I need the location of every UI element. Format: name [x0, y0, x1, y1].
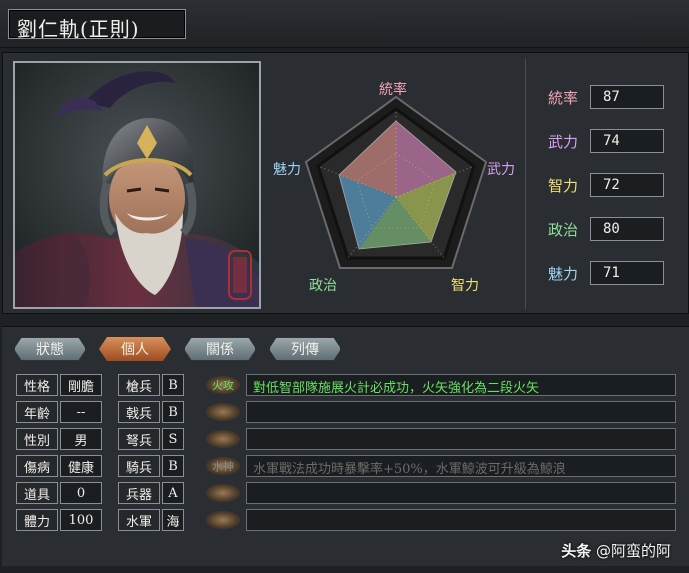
stat-label: 政治: [548, 221, 579, 239]
stat-row-charm: 魅力 71: [548, 261, 688, 285]
skill-icon: [206, 403, 240, 421]
skill-description: [246, 482, 676, 504]
watermark: 头条 @阿蛮的阿: [561, 540, 671, 561]
skill-icon: 火攻: [206, 376, 240, 394]
skill-icon: 水神: [206, 457, 240, 475]
stat-label: 統率: [548, 89, 579, 107]
personal-label: 道具: [16, 482, 58, 504]
general-name: 劉仁軌(正則): [17, 17, 140, 41]
tab-bar: 狀態 個人 關係 列傳: [2, 326, 689, 366]
aptitude-value: B: [162, 455, 184, 477]
personal-value: 健康: [60, 455, 102, 477]
stat-value: 80: [590, 217, 664, 241]
stat-label: 魅力: [548, 265, 579, 283]
general-overview-panel: 統率 武力 智力 政治 魅力 統率 87 武力 74 智力 72 政治 80 魅…: [2, 52, 689, 314]
general-portrait: [13, 61, 261, 309]
aptitude-label: 騎兵: [118, 455, 160, 477]
general-name-box: 劉仁軌(正則): [8, 9, 186, 41]
stat-value: 71: [590, 261, 664, 285]
personal-label: 年齡: [16, 401, 58, 423]
stat-label: 武力: [548, 133, 579, 151]
aptitude-label: 戟兵: [118, 401, 160, 423]
personal-value: --: [60, 401, 102, 423]
aptitude-label: 弩兵: [118, 428, 160, 450]
ability-radar-chart: 統率 武力 智力 政治 魅力: [265, 57, 527, 309]
aptitude-value: 海: [162, 509, 184, 531]
personal-label: 性別: [16, 428, 58, 450]
tab-biography[interactable]: 列傳: [269, 337, 341, 361]
aptitude-value: A: [162, 482, 184, 504]
stat-value: 74: [590, 129, 664, 153]
skill-icon: [206, 511, 240, 529]
title-bar: 劉仁軌(正則): [0, 0, 689, 48]
stat-value: 87: [590, 85, 664, 109]
watermark-brand: 头条: [561, 542, 592, 560]
aptitude-label: 兵器: [118, 482, 160, 504]
radar-label-int: 智力: [451, 278, 479, 294]
portrait-image: [15, 63, 259, 307]
aptitude-value: B: [162, 401, 184, 423]
skill-description: [246, 509, 676, 531]
stat-row-int: 智力 72: [548, 173, 688, 197]
stat-row-command: 統率 87: [548, 85, 688, 109]
watermark-handle: @阿蛮的阿: [595, 542, 671, 560]
tab-personal[interactable]: 個人: [99, 337, 171, 361]
skill-icon: [206, 430, 240, 448]
skill-description: [246, 401, 676, 423]
stats-panel: 統率 87 武力 74 智力 72 政治 80 魅力 71: [525, 59, 687, 309]
radar-label-war: 武力: [487, 162, 515, 178]
skill-description: 對低智部隊施展火計必成功，火矢強化為二段火矢: [246, 374, 676, 396]
tab-relations[interactable]: 關係: [184, 337, 256, 361]
personal-value: 剛膽: [60, 374, 102, 396]
tab-status[interactable]: 狀態: [14, 337, 86, 361]
radar-label-command: 統率: [379, 82, 407, 98]
stat-value: 72: [590, 173, 664, 197]
aptitude-label: 槍兵: [118, 374, 160, 396]
radar-label-pol: 政治: [309, 278, 337, 294]
personal-info-panel: 性格 剛膽 槍兵 B 火攻 對低智部隊施展火計必成功，火矢強化為二段火矢 年齡 …: [2, 366, 689, 566]
skill-icon: [206, 484, 240, 502]
stat-row-war: 武力 74: [548, 129, 688, 153]
skill-description: 水軍戰法成功時暴擊率+50%，水軍鯨波可升級為鯨浪: [246, 455, 676, 477]
personal-label: 性格: [16, 374, 58, 396]
personal-value: 100: [60, 509, 102, 531]
aptitude-label: 水軍: [118, 509, 160, 531]
stat-label: 智力: [548, 177, 579, 195]
personal-label: 傷病: [16, 455, 58, 477]
skill-description: [246, 428, 676, 450]
aptitude-value: B: [162, 374, 184, 396]
personal-value: 男: [60, 428, 102, 450]
radar-label-charm: 魅力: [273, 162, 301, 178]
personal-label: 體力: [16, 509, 58, 531]
personal-value: 0: [60, 482, 102, 504]
aptitude-value: S: [162, 428, 184, 450]
stat-row-pol: 政治 80: [548, 217, 688, 241]
